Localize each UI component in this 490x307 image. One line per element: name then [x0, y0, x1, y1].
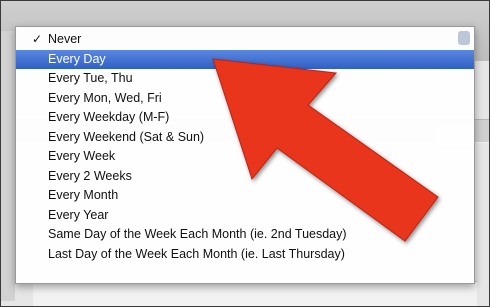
- menu-item-every-day[interactable]: Every Day: [16, 49, 474, 69]
- menu-item-same-day-of-week-each-month[interactable]: Same Day of the Week Each Month (ie. 2nd…: [16, 225, 474, 245]
- screenshot-frame: ✓ Never Every Day Every Tue, Thu Every M…: [0, 0, 490, 307]
- menu-item-label: Every 2 Weeks: [48, 168, 132, 183]
- menu-item-label: Every Weekend (Sat & Sun): [48, 129, 205, 144]
- repeat-dropdown-menu[interactable]: ✓ Never Every Day Every Tue, Thu Every M…: [15, 26, 475, 284]
- menu-item-label: Every Year: [48, 207, 109, 222]
- background-text-field: [33, 281, 477, 306]
- menu-item-label: Every Weekday (M-F): [48, 110, 170, 124]
- menu-item-label: Last Day of the Week Each Month (ie. Las…: [48, 246, 345, 261]
- menu-item-label: Every Tue, Thu: [48, 71, 133, 85]
- checkmark-icon: ✓: [32, 32, 43, 46]
- menu-item-every-weekday[interactable]: Every Weekday (M-F): [16, 108, 474, 128]
- menu-item-label: Never: [48, 32, 82, 46]
- menu-item-never[interactable]: ✓ Never: [16, 30, 474, 50]
- menu-item-every-tue-thu[interactable]: Every Tue, Thu: [16, 69, 474, 89]
- background-sidebar-strip: [1, 31, 15, 301]
- menu-item-last-day-of-week-each-month[interactable]: Last Day of the Week Each Month (ie. Las…: [16, 245, 474, 265]
- menu-item-label: Every Mon, Wed, Fri: [48, 90, 162, 105]
- menu-item-every-week[interactable]: Every Week: [16, 147, 474, 167]
- menu-item-label: Same Day of the Week Each Month (ie. 2nd…: [48, 227, 347, 241]
- menu-item-label: Every Day: [48, 51, 106, 66]
- menu-item-every-mon-wed-fri[interactable]: Every Mon, Wed, Fri: [16, 89, 474, 109]
- menu-item-every-month[interactable]: Every Month: [16, 186, 474, 206]
- menu-item-label: Every Week: [48, 149, 116, 163]
- menu-item-every-year[interactable]: Every Year: [16, 206, 474, 226]
- menu-item-every-2-weeks[interactable]: Every 2 Weeks: [16, 167, 474, 187]
- menu-item-label: Every Month: [48, 188, 119, 202]
- menu-item-every-weekend[interactable]: Every Weekend (Sat & Sun): [16, 128, 474, 148]
